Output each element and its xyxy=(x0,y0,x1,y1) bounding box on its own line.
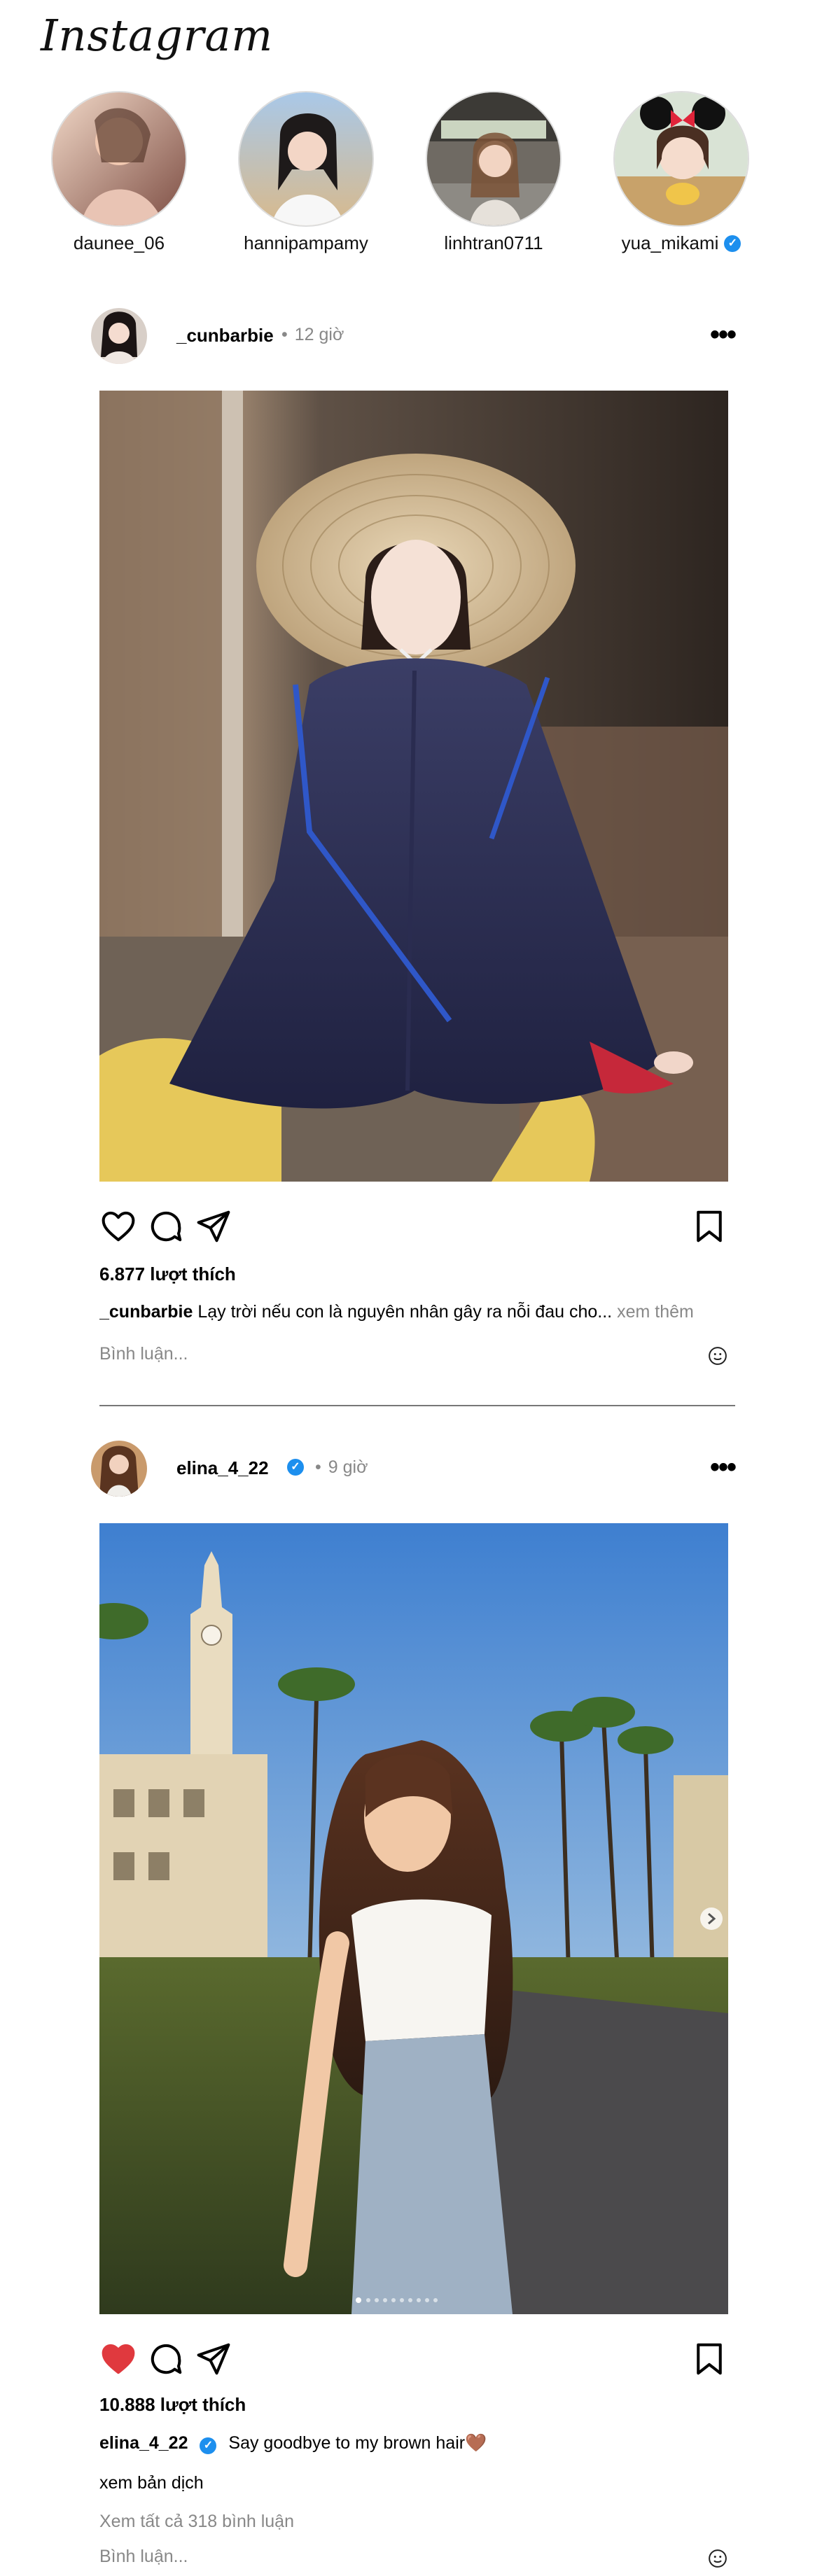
more-icon[interactable]: ••• xyxy=(710,321,737,349)
story-username: linhtran0711 xyxy=(444,232,543,253)
post-avatar[interactable] xyxy=(91,1441,147,1497)
comment-input[interactable] xyxy=(99,2547,674,2567)
post-header: elina_4_22 ✓ • 9 giờ ••• xyxy=(91,1441,737,1498)
comment-box xyxy=(99,1344,728,1372)
post-username[interactable]: _cunbarbie xyxy=(176,325,274,346)
caption-username[interactable]: _cunbarbie xyxy=(99,1302,193,1322)
post-time-text: 12 giờ xyxy=(294,325,344,344)
post-avatar[interactable] xyxy=(91,308,147,364)
post-time: • 12 giờ xyxy=(281,325,344,345)
heart-icon[interactable] xyxy=(99,2340,137,2378)
app-logo[interactable]: Instagram xyxy=(41,10,273,61)
bookmark-icon[interactable] xyxy=(690,1208,728,1245)
more-icon[interactable]: ••• xyxy=(710,1453,737,1481)
story-avatar[interactable] xyxy=(426,91,562,227)
post-time: • 9 giờ xyxy=(315,1457,368,1478)
comment-icon[interactable] xyxy=(147,1208,185,1245)
verified-badge-icon: ✓ xyxy=(287,1459,304,1476)
post-divider xyxy=(99,1405,735,1406)
verified-badge-icon: ✓ xyxy=(724,234,741,252)
post-image[interactable] xyxy=(99,391,728,1182)
post-caption: elina_4_22 ✓ Say goodbye to my brown hai… xyxy=(99,2433,728,2454)
emoji-icon[interactable] xyxy=(707,2548,728,2569)
story-username: daunee_06 xyxy=(73,232,165,253)
stories-bar: daunee_06 hannipampamy linhtran0711 yua_… xyxy=(0,91,815,259)
caption-text: Say goodbye to my brown hair🤎 xyxy=(228,2433,487,2453)
post-image[interactable] xyxy=(99,1523,728,2314)
likes-count[interactable]: 6.877 lượt thích xyxy=(99,1264,236,1285)
separator-dot-icon: • xyxy=(315,1457,321,1477)
story-item[interactable]: yua_mikami ✓ xyxy=(608,91,755,254)
story-avatar[interactable] xyxy=(51,91,187,227)
story-avatar[interactable] xyxy=(238,91,374,227)
comment-icon[interactable] xyxy=(147,2340,185,2378)
caption-text: Lạy trời nếu con là nguyên nhân gây ra n… xyxy=(197,1302,613,1322)
post-time-text: 9 giờ xyxy=(328,1457,368,1477)
bookmark-icon[interactable] xyxy=(690,2340,728,2378)
post-username[interactable]: elina_4_22 xyxy=(176,1457,269,1479)
see-more-link[interactable]: xem thêm xyxy=(617,1302,694,1322)
story-username: yua_mikami xyxy=(621,232,719,253)
separator-dot-icon: • xyxy=(281,325,288,344)
heart-icon[interactable] xyxy=(99,1208,137,1245)
story-username: hannipampamy xyxy=(244,232,368,253)
post-actions xyxy=(99,1208,728,1250)
story-item[interactable]: hannipampamy xyxy=(232,91,379,254)
likes-count[interactable]: 10.888 lượt thích xyxy=(99,2394,246,2416)
view-comments-link[interactable]: Xem tất cả 318 bình luận xyxy=(99,2512,294,2532)
story-avatar[interactable] xyxy=(613,91,749,227)
story-item[interactable]: daunee_06 xyxy=(46,91,193,254)
caption-username[interactable]: elina_4_22 xyxy=(99,2433,188,2453)
post-actions xyxy=(99,2340,728,2382)
comment-input[interactable] xyxy=(99,1344,674,1364)
emoji-icon[interactable] xyxy=(707,1345,728,1366)
verified-badge-icon: ✓ xyxy=(200,2437,217,2454)
share-icon[interactable] xyxy=(195,1208,232,1245)
comment-box xyxy=(99,2547,728,2575)
post-header: _cunbarbie • 12 giờ ••• xyxy=(91,308,737,365)
story-item[interactable]: linhtran0711 xyxy=(420,91,567,254)
post-caption: _cunbarbie Lạy trời nếu con là nguyên nh… xyxy=(99,1302,728,1322)
translate-link[interactable]: xem bản dịch xyxy=(99,2473,204,2493)
share-icon[interactable] xyxy=(195,2340,232,2378)
